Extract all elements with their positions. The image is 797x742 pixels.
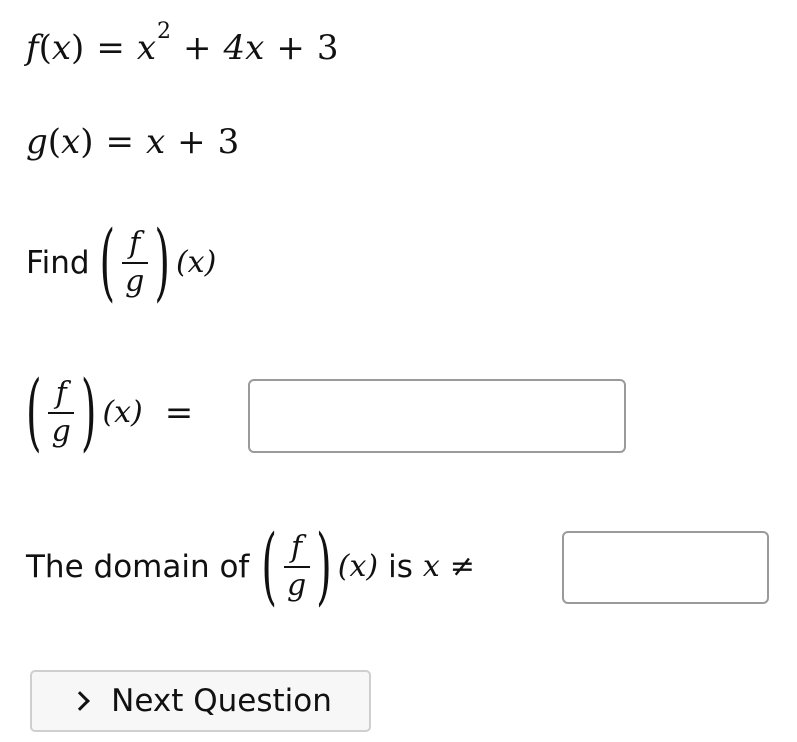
f-open-paren: (	[38, 28, 52, 68]
prompt-frac-numerator: f	[129, 226, 141, 261]
next-question-button[interactable]: Next Question	[30, 670, 371, 732]
f-term2: 4x	[224, 31, 265, 65]
domain-quotient: ( f g ) (x)	[261, 525, 379, 609]
find-prompt: Find ( f g ) (x)	[26, 210, 216, 315]
g-definition: g(x) = x + 3	[26, 120, 239, 164]
prompt-fraction: f g	[121, 228, 148, 297]
g-arg: x	[61, 122, 81, 162]
g-plus: +	[177, 122, 206, 162]
prompt-quotient: ( f g ) (x)	[100, 220, 217, 304]
answer-fraction: f g	[48, 378, 75, 447]
f-plus-1: +	[183, 28, 212, 68]
f-term1-var: x	[136, 28, 156, 68]
answer-equals: =	[164, 392, 194, 433]
quotient-answer-input[interactable]	[248, 379, 626, 453]
domain-answer-input[interactable]	[562, 531, 769, 604]
f-close-paren: )	[71, 28, 85, 68]
f-func-name: f	[26, 28, 39, 68]
f-term1-exponent: 2	[157, 19, 171, 44]
prompt-arg: (x)	[175, 245, 217, 280]
g-open-paren: (	[47, 122, 62, 162]
f-arg: x	[51, 28, 72, 68]
answer-left-paren: (	[26, 364, 42, 461]
domain-left-paren: (	[261, 518, 277, 615]
prompt-right-paren: )	[154, 214, 170, 311]
f-equals: =	[96, 28, 125, 68]
domain-row: The domain of ( f g ) (x) is x ≠	[26, 514, 475, 619]
f-term2-text: 4x	[223, 28, 265, 68]
answer-frac-numerator: f	[55, 376, 67, 411]
f-plus-2: +	[276, 28, 305, 68]
chevron-right-icon	[70, 691, 91, 711]
answer-arg: (x)	[102, 395, 143, 430]
answer-frac-denominator: g	[51, 413, 71, 449]
g-close-paren: )	[80, 122, 94, 162]
domain-frac-denominator: g	[286, 567, 307, 603]
prompt-frac-denominator: g	[125, 263, 145, 299]
domain-var: x	[422, 548, 440, 584]
prompt-left-paren: (	[99, 214, 116, 311]
g-func-name: g	[26, 122, 48, 162]
answer-right-paren: )	[80, 364, 97, 461]
next-question-label: Next Question	[111, 683, 332, 719]
domain-right-paren: )	[316, 518, 332, 615]
g-equals: =	[105, 122, 134, 162]
domain-is-text: is	[388, 548, 413, 585]
domain-prefix: The domain of	[26, 548, 250, 585]
f-definition: f(x) = x2 + 4x + 3	[26, 21, 339, 70]
g-rhs-var: x	[145, 122, 166, 162]
domain-fraction: f g	[283, 532, 310, 601]
answer-row: ( f g ) (x) =	[26, 360, 193, 465]
domain-arg: (x)	[337, 549, 379, 584]
g-rhs-const: 3	[217, 122, 240, 162]
f-term3: 3	[316, 28, 339, 68]
domain-frac-numerator: f	[291, 530, 303, 565]
domain-neq: ≠	[449, 548, 475, 584]
find-label: Find	[26, 244, 90, 281]
answer-quotient: ( f g ) (x)	[26, 371, 143, 455]
